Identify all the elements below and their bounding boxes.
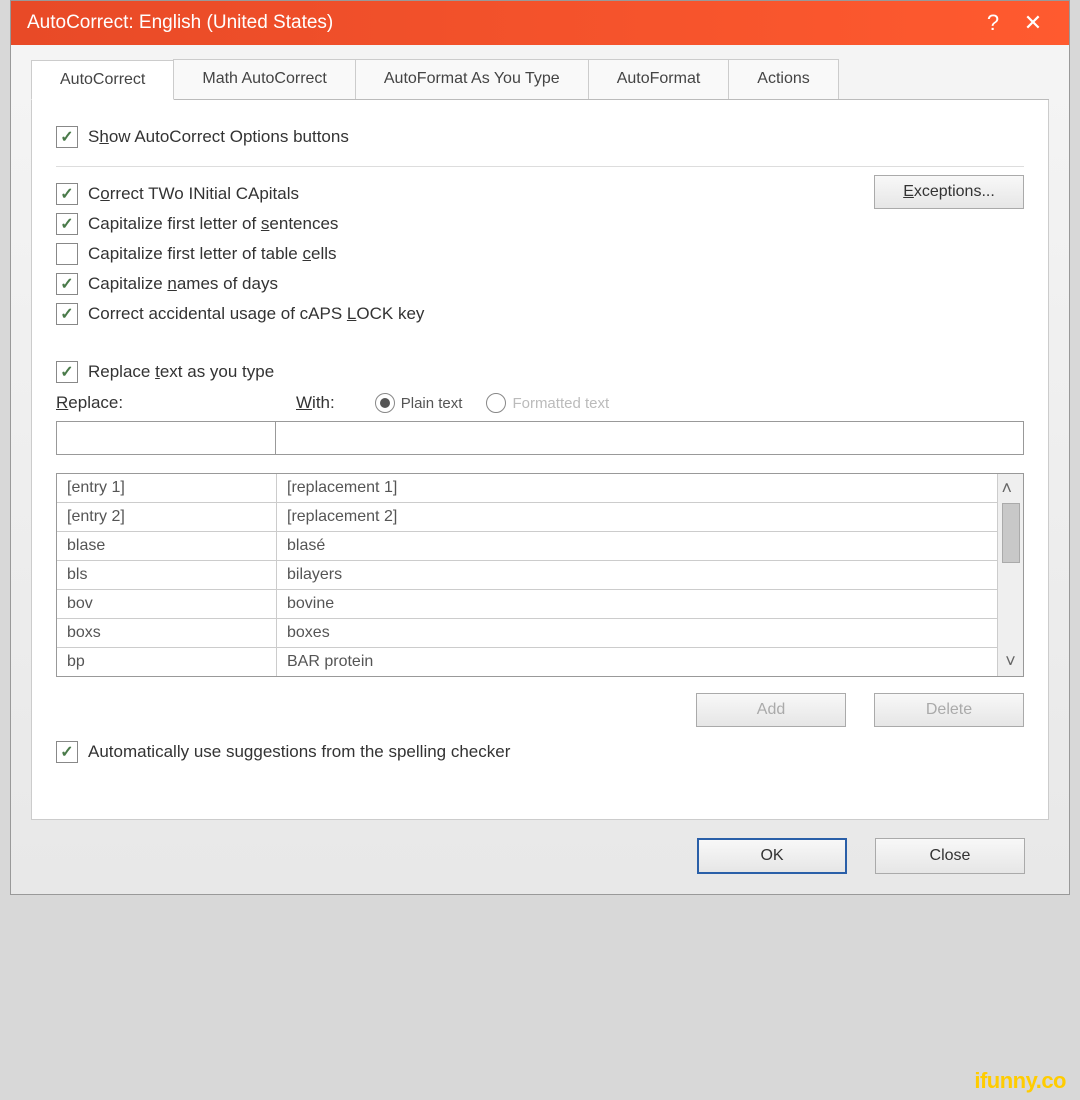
checkbox-cap-sentences[interactable] bbox=[56, 213, 78, 235]
replacement-table: [entry 1] [replacement 1] [entry 2] [rep… bbox=[56, 473, 1024, 677]
cell-from: bls bbox=[57, 561, 277, 589]
table-row[interactable]: bov bovine bbox=[57, 590, 997, 619]
cell-from: bp bbox=[57, 648, 277, 676]
dialog-window: AutoCorrect: English (United States) ? ✕… bbox=[10, 0, 1070, 895]
checkbox-cap-table-cells[interactable] bbox=[56, 243, 78, 265]
label-formatted-text: Formatted text bbox=[512, 395, 609, 412]
cell-to: boxes bbox=[277, 619, 997, 647]
titlebar: AutoCorrect: English (United States) ? ✕ bbox=[11, 1, 1069, 45]
ok-button[interactable]: OK bbox=[697, 838, 847, 874]
tab-math-autocorrect[interactable]: Math AutoCorrect bbox=[173, 59, 356, 99]
checkbox-show-options[interactable] bbox=[56, 126, 78, 148]
checkbox-two-initial-caps[interactable] bbox=[56, 183, 78, 205]
radio-group-format: Plain text Formatted text bbox=[375, 393, 609, 413]
tab-autoformat[interactable]: AutoFormat bbox=[588, 59, 730, 99]
label-replace: Replace: bbox=[56, 393, 256, 413]
label-two-initial-caps: Correct TWo INitial CApitals bbox=[88, 184, 299, 204]
delete-button[interactable]: Delete bbox=[874, 693, 1024, 727]
scroll-up-icon[interactable]: ˄ bbox=[1002, 478, 1020, 499]
cell-to: [replacement 1] bbox=[277, 474, 997, 502]
checkbox-replace-as-type[interactable] bbox=[56, 361, 78, 383]
cell-to: blasé bbox=[277, 532, 997, 560]
table-row[interactable]: [entry 2] [replacement 2] bbox=[57, 503, 997, 532]
checkbox-auto-suggestions[interactable] bbox=[56, 741, 78, 763]
cell-from: boxs bbox=[57, 619, 277, 647]
table-scrollbar[interactable]: ˄ ˅ bbox=[997, 474, 1023, 676]
with-input[interactable] bbox=[276, 421, 1024, 455]
label-cap-days: Capitalize names of days bbox=[88, 274, 278, 294]
cell-to: BAR protein bbox=[277, 648, 997, 676]
checkbox-caps-lock[interactable] bbox=[56, 303, 78, 325]
radio-formatted-text[interactable] bbox=[486, 393, 506, 413]
label-auto-suggestions: Automatically use suggestions from the s… bbox=[88, 742, 510, 762]
cell-to: bilayers bbox=[277, 561, 997, 589]
cell-from: [entry 2] bbox=[57, 503, 277, 531]
radio-plain-text[interactable] bbox=[375, 393, 395, 413]
label-show-options: Show AutoCorrect Options buttons bbox=[88, 127, 349, 147]
close-button[interactable]: Close bbox=[875, 838, 1025, 874]
window-title: AutoCorrect: English (United States) bbox=[27, 12, 973, 34]
tab-panel: Show AutoCorrect Options buttons Correct… bbox=[31, 100, 1049, 820]
tab-strip: AutoCorrect Math AutoCorrect AutoFormat … bbox=[31, 59, 1049, 100]
cell-to: bovine bbox=[277, 590, 997, 618]
tab-autocorrect[interactable]: AutoCorrect bbox=[31, 60, 174, 100]
cell-to: [replacement 2] bbox=[277, 503, 997, 531]
label-with: With: bbox=[296, 393, 335, 413]
label-cap-table-cells: Capitalize first letter of table cells bbox=[88, 244, 337, 264]
exceptions-button[interactable]: Exceptions... bbox=[874, 175, 1024, 209]
label-replace-as-type: Replace text as you type bbox=[88, 362, 274, 382]
table-row[interactable]: [entry 1] [replacement 1] bbox=[57, 474, 997, 503]
table-row[interactable]: blase blasé bbox=[57, 532, 997, 561]
help-icon[interactable]: ? bbox=[973, 10, 1013, 36]
table-row[interactable]: bp BAR protein bbox=[57, 648, 997, 676]
checkbox-cap-days[interactable] bbox=[56, 273, 78, 295]
tab-actions[interactable]: Actions bbox=[728, 59, 838, 99]
cell-from: bov bbox=[57, 590, 277, 618]
scroll-down-icon[interactable]: ˅ bbox=[1005, 651, 1016, 672]
label-plain-text: Plain text bbox=[401, 395, 463, 412]
label-cap-sentences: Capitalize first letter of sentences bbox=[88, 214, 338, 234]
label-caps-lock: Correct accidental usage of cAPS LOCK ke… bbox=[88, 304, 424, 324]
close-icon[interactable]: ✕ bbox=[1013, 10, 1053, 36]
cell-from: [entry 1] bbox=[57, 474, 277, 502]
watermark: ifunny.co bbox=[974, 1068, 1066, 1094]
table-row[interactable]: bls bilayers bbox=[57, 561, 997, 590]
scroll-thumb[interactable] bbox=[1002, 503, 1020, 563]
tab-autoformat-as-you-type[interactable]: AutoFormat As You Type bbox=[355, 59, 589, 99]
cell-from: blase bbox=[57, 532, 277, 560]
dialog-content: AutoCorrect Math AutoCorrect AutoFormat … bbox=[11, 45, 1069, 894]
table-row: boxs boxes bbox=[57, 619, 997, 648]
replace-input[interactable] bbox=[56, 421, 276, 455]
add-button[interactable]: Add bbox=[696, 693, 846, 727]
